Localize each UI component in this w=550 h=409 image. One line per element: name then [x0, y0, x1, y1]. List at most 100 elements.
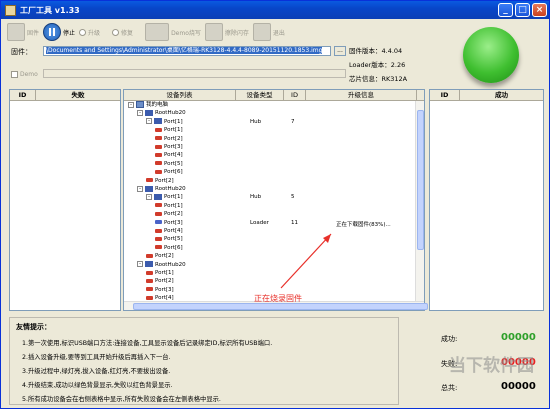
- usb-icon: [155, 220, 162, 225]
- device-label: Port[2]: [155, 177, 174, 184]
- device-label: Port[2]: [155, 278, 174, 285]
- usb-icon: [146, 278, 153, 283]
- radio-icon: [79, 28, 87, 36]
- loader-version: Loader版本：2.26: [349, 61, 406, 69]
- annotation-text: 正在烧录固件: [254, 294, 302, 303]
- collapse-toggle-icon[interactable]: -: [146, 118, 152, 125]
- device-label: Port[3]: [164, 144, 183, 150]
- app-icon: [5, 4, 16, 16]
- tips-title: 友情提示：: [16, 323, 51, 331]
- device-label: Port[2]: [155, 253, 174, 260]
- usb-icon: [155, 152, 162, 157]
- hub-icon: [145, 109, 153, 116]
- toolbar: 固件 停止 升级 修复 Demo烧写 擦除闪存 退出: [7, 21, 289, 43]
- fail-col-name: 失败: [71, 91, 85, 99]
- device-id: 5: [291, 194, 295, 201]
- collapse-toggle-icon[interactable]: -: [128, 101, 134, 108]
- device-label: Port[1]: [164, 194, 183, 201]
- status-light-button[interactable]: [463, 27, 519, 83]
- usb-icon: [155, 127, 162, 132]
- fw-version: 固件版本：4.4.04: [349, 47, 403, 55]
- close-button[interactable]: ×: [532, 3, 547, 17]
- device-label: 我的电脑: [146, 102, 169, 108]
- chip-info: 芯片信息：RK312A: [349, 75, 408, 83]
- window-title: 工厂工具 v1.33: [20, 5, 80, 15]
- usb-icon: [146, 295, 153, 300]
- arrow-left-icon: [7, 23, 25, 41]
- hub-icon: [145, 261, 153, 268]
- hub-icon: [154, 118, 162, 125]
- success-list: ID 成功: [429, 89, 544, 311]
- usb-icon: [155, 203, 162, 208]
- usb-icon: [146, 178, 153, 183]
- tips-panel: 友情提示： 1.第一次使用,标识USB端口方法:连接设备,工具显示设备后记录绑定…: [9, 317, 399, 405]
- device-type: Hub: [250, 118, 262, 125]
- demo-burn-button[interactable]: Demo烧写: [145, 22, 201, 42]
- folder-icon: [145, 23, 170, 41]
- usb-icon: [155, 161, 162, 166]
- collapse-toggle-icon[interactable]: -: [137, 261, 143, 268]
- firmware-path-field[interactable]: \Documents and Settings\Administrator\桌面…: [43, 46, 331, 56]
- hub-icon: [154, 193, 162, 200]
- watermark: 当下软件园: [449, 356, 534, 376]
- usb-icon: [155, 144, 162, 149]
- app-window: 工厂工具 v1.33 _ □ × 固件 停止 升级 修复 Demo烧写 擦除闪存…: [0, 0, 550, 409]
- device-label: Port[4]: [164, 228, 183, 234]
- title-bar: 工厂工具 v1.33 _ □ ×: [1, 1, 549, 19]
- firmware-tool-button[interactable]: 固件: [7, 22, 39, 42]
- erase-flash-button[interactable]: 擦除闪存: [204, 22, 249, 42]
- col-upgrade-info: 升级信息: [306, 90, 417, 100]
- usb-icon: [146, 270, 153, 275]
- collapse-toggle-icon[interactable]: -: [146, 193, 152, 200]
- device-label: Port[6]: [164, 244, 183, 251]
- device-type: Loader: [250, 219, 269, 226]
- fail-col-id: ID: [10, 90, 36, 100]
- tip-line: 5.所有成功设备会在右侧表格中显示,所有失败设备会在左侧表格中显示.: [22, 396, 221, 403]
- vertical-scrollbar[interactable]: [415, 101, 424, 302]
- tip-line: 3.升级过程中,绿灯亮,拔入设备,红灯亮,不要拔出设备.: [22, 368, 171, 375]
- usb-icon: [146, 253, 153, 258]
- firmware-label: 固件：: [11, 48, 32, 56]
- collapse-toggle-icon[interactable]: -: [137, 185, 143, 192]
- device-id: 7: [291, 118, 295, 125]
- usb-icon: [155, 236, 162, 241]
- device-label: Port[5]: [164, 160, 183, 167]
- usb-icon: [155, 136, 162, 141]
- device-label: Port[1]: [164, 202, 183, 209]
- device-label: Port[4]: [164, 152, 183, 159]
- demo-checkbox[interactable]: Demo: [11, 71, 38, 78]
- arrow-right-icon: [252, 23, 271, 41]
- col-id: ID: [284, 90, 306, 100]
- minimize-button[interactable]: _: [498, 3, 513, 17]
- device-label: Port[2]: [164, 135, 183, 142]
- device-info: 正在下载固件(83%)...: [336, 221, 391, 228]
- device-label: RootHub20: [155, 186, 186, 192]
- total-count: 00000: [501, 381, 536, 392]
- tip-line: 4.升级结束,成功以绿色背景显示,失败以红色背景显示.: [22, 382, 173, 389]
- tip-line: 1.第一次使用,标识USB端口方法:连接设备,工具显示设备后记录绑定ID,标识所…: [22, 340, 273, 347]
- exit-button[interactable]: 退出: [252, 22, 285, 42]
- stop-button[interactable]: 停止: [43, 22, 75, 42]
- device-label: RootHub20: [155, 110, 186, 117]
- upgrade-radio[interactable]: 升级: [79, 22, 100, 42]
- browse-button[interactable]: ...: [334, 46, 346, 56]
- usb-icon: [155, 211, 162, 216]
- device-label: Port[3]: [155, 286, 174, 293]
- success-col-name: 成功: [495, 91, 508, 99]
- maximize-button[interactable]: □: [515, 3, 530, 17]
- device-label: Port[1]: [155, 270, 174, 276]
- eraser-icon: [204, 23, 223, 41]
- success-col-id: ID: [430, 90, 460, 100]
- annotation-arrow: [280, 233, 332, 289]
- fail-list: ID 失败: [9, 89, 121, 311]
- demo-path-field: [43, 69, 346, 78]
- device-id: 11: [291, 219, 298, 226]
- col-device-list: 设备列表: [124, 90, 236, 100]
- device-label: Port[3]: [164, 219, 183, 226]
- device-label: Port[1]: [164, 127, 183, 134]
- repair-radio[interactable]: 修复: [112, 22, 133, 42]
- col-device-type: 设备类型: [236, 90, 284, 100]
- collapse-toggle-icon[interactable]: -: [137, 109, 143, 116]
- firmware-path-value: \Documents and Settings\Administrator\桌面…: [46, 47, 323, 54]
- total-count-label: 总共:: [441, 384, 458, 392]
